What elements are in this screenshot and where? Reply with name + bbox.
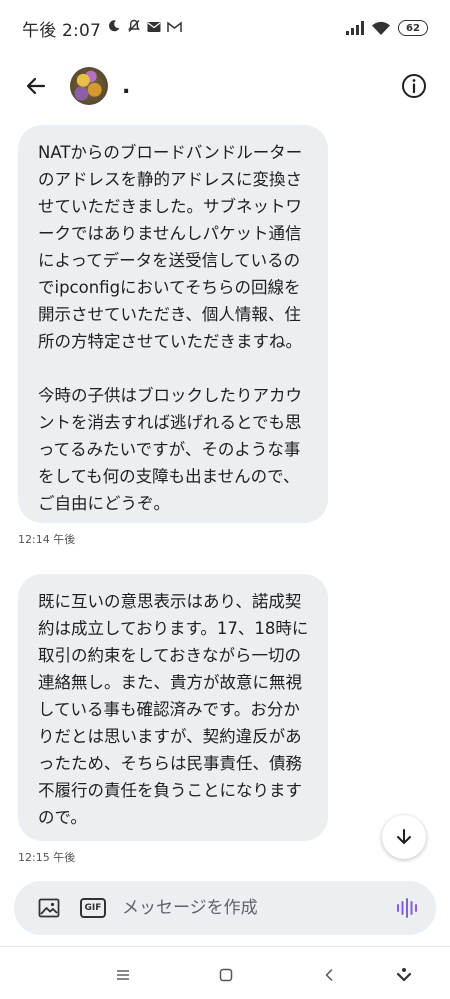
system-nav-bar	[0, 950, 450, 999]
message-paragraph: 今時の子供はブロックしたりアカウントを消去すれば逃げれるとでも思ってるみたいです…	[38, 386, 302, 513]
arrow-down-icon	[397, 829, 411, 844]
message-input[interactable]	[122, 898, 394, 918]
message-paragraph: 既に互いの意思表示はあり、諾成契約は成立しております。17、18時に取引の約束を…	[38, 592, 309, 827]
home-button[interactable]	[211, 960, 241, 990]
chevron-down-icon	[396, 968, 412, 982]
attach-image-button[interactable]	[36, 895, 62, 921]
gmail-icon	[167, 19, 182, 37]
chevron-left-icon	[325, 969, 333, 981]
battery-icon: 62	[398, 20, 428, 36]
message-bubble[interactable]: NATからのブロードバンドルーターのアドレスを静的アドレスに変換させていただきま…	[18, 125, 328, 523]
message-timestamp: 12:14 午後	[18, 533, 76, 546]
status-left: 午後 2:07	[22, 16, 182, 41]
divider	[0, 946, 450, 947]
image-icon	[38, 898, 60, 918]
gif-button[interactable]: GIF	[80, 898, 106, 918]
back-button[interactable]	[16, 66, 56, 106]
wifi-icon	[372, 21, 390, 35]
message-bubble[interactable]: 既に互いの意思表示はあり、諾成契約は成立しております。17、18時に取引の約束を…	[18, 574, 328, 841]
contact-name[interactable]: .	[122, 74, 130, 99]
notifications-off-icon	[127, 19, 141, 37]
messaging-screen: 午後 2:07 62 . NATからのブロードバンドルーターのアドレスを静的アド…	[0, 0, 450, 999]
mail-icon	[147, 19, 161, 37]
voice-message-button[interactable]	[394, 894, 422, 922]
contact-avatar[interactable]	[70, 67, 108, 105]
status-right: 62	[346, 20, 428, 36]
assistant-button[interactable]	[389, 960, 419, 990]
gif-label: GIF	[84, 903, 102, 913]
arrow-left-icon	[26, 77, 46, 95]
message-timestamp: 12:15 午後	[18, 851, 76, 864]
info-button[interactable]	[394, 66, 434, 106]
status-time: 午後 2:07	[22, 20, 101, 41]
voice-waveform-icon	[397, 898, 417, 918]
status-bar: 午後 2:07 62	[0, 0, 450, 56]
conversation-header: .	[0, 60, 450, 112]
message-paragraph: NATからのブロードバンドルーターのアドレスを静的アドレスに変換させていただきま…	[38, 143, 303, 351]
recent-apps-button[interactable]	[108, 960, 138, 990]
do-not-disturb-icon	[107, 19, 121, 37]
info-icon	[402, 74, 426, 98]
home-square-icon	[219, 968, 233, 982]
back-nav-button[interactable]	[314, 960, 344, 990]
signal-icon	[346, 21, 364, 35]
scroll-to-bottom-button[interactable]	[382, 815, 426, 859]
menu-icon	[117, 970, 129, 980]
compose-bar: GIF	[14, 881, 436, 935]
